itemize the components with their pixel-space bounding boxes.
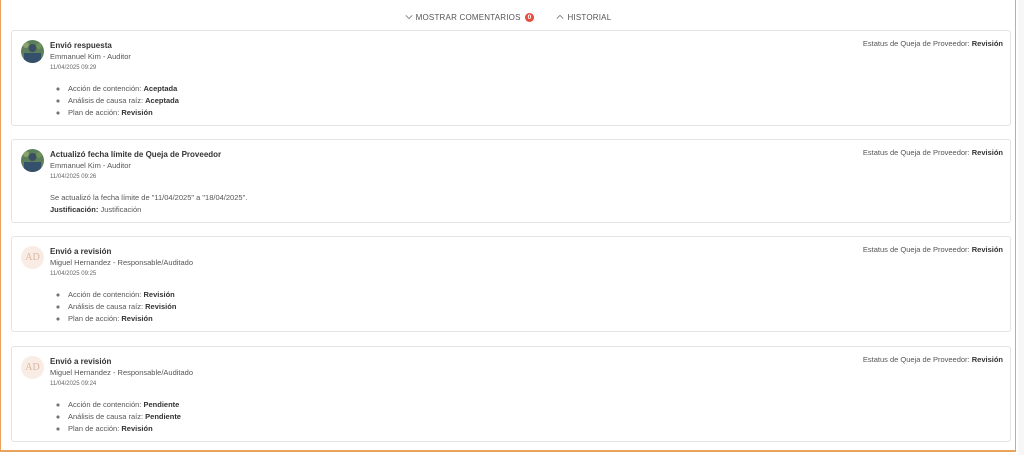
show-comments-label: MOSTRAR COMENTARIOS xyxy=(415,12,521,22)
avatar xyxy=(21,149,44,172)
entry-title: Actualizó fecha límite de Queja de Prove… xyxy=(50,150,222,159)
entry-status: Estatus de Queja de Proveedor: Revisión xyxy=(863,355,1003,364)
status-value: Revisión xyxy=(971,245,1003,254)
status-value: Revisión xyxy=(971,355,1003,364)
history-entry: AD Envió a revisión Miguel Hernandez - R… xyxy=(11,236,1011,332)
entry-user: Miguel Hernandez - Responsable/Auditado xyxy=(50,368,194,377)
entry-title: Envió a revisión xyxy=(50,247,112,256)
comments-count-badge: 0 xyxy=(524,12,535,22)
entry-description: Se actualizó la fecha límite de "11/04/2… xyxy=(50,192,247,216)
list-item: Acción de contención: Revisión xyxy=(68,289,176,301)
user-photo-icon xyxy=(21,40,44,63)
entry-timestamp: 11/04/2025 09:29 xyxy=(50,65,97,71)
list-item: Análisis de causa raíz: Revisión xyxy=(68,301,176,313)
entry-timestamp: 11/04/2025 09:25 xyxy=(50,271,97,277)
list-item: Plan de acción: Revisión xyxy=(68,313,176,325)
status-label: Estatus de Queja de Proveedor: xyxy=(862,148,970,157)
entry-title: Envió a revisión xyxy=(50,357,112,366)
entry-user: Emmanuel Kim - Auditor xyxy=(50,52,131,61)
entry-status: Estatus de Queja de Proveedor: Revisión xyxy=(863,148,1003,157)
entry-timestamp: 11/04/2025 09:26 xyxy=(50,174,97,180)
avatar xyxy=(21,40,44,63)
history-button[interactable]: HISTORIAL xyxy=(556,13,611,22)
entry-items: Acción de contención: Revisión Análisis … xyxy=(58,289,176,325)
chevron-up-icon xyxy=(556,14,564,19)
entry-title: Envió respuesta xyxy=(50,41,112,50)
history-label: HISTORIAL xyxy=(567,12,612,22)
scrollbar-track[interactable] xyxy=(1018,0,1024,455)
list-item: Plan de acción: Revisión xyxy=(68,423,181,435)
status-label: Estatus de Queja de Proveedor: xyxy=(862,245,970,254)
list-item: Acción de contención: Aceptada xyxy=(68,83,179,95)
history-toolbar: MOSTRAR COMENTARIOS 0 HISTORIAL xyxy=(0,9,1016,25)
list-item: Análisis de causa raíz: Pendiente xyxy=(68,411,181,423)
status-value: Revisión xyxy=(971,39,1003,48)
entry-status: Estatus de Queja de Proveedor: Revisión xyxy=(863,245,1003,254)
entry-status: Estatus de Queja de Proveedor: Revisión xyxy=(863,39,1003,48)
status-value: Revisión xyxy=(971,148,1003,157)
entry-user: Emmanuel Kim - Auditor xyxy=(50,161,131,170)
deadline-change-text: Se actualizó la fecha límite de "11/04/2… xyxy=(50,193,248,202)
avatar: AD xyxy=(21,246,44,269)
chevron-down-icon xyxy=(405,15,413,20)
history-entry: AD Envió a revisión Miguel Hernandez - R… xyxy=(11,346,1011,442)
list-item: Análisis de causa raíz: Aceptada xyxy=(68,95,179,107)
justification: Justificación: Justificación xyxy=(50,205,142,214)
avatar: AD xyxy=(21,356,44,379)
list-item: Acción de contención: Pendiente xyxy=(68,399,181,411)
entry-items: Acción de contención: Pendiente Análisis… xyxy=(58,399,181,435)
history-entry: Envió respuesta Emmanuel Kim - Auditor 1… xyxy=(11,30,1011,126)
status-label: Estatus de Queja de Proveedor: xyxy=(862,39,970,48)
user-photo-icon xyxy=(21,149,44,172)
history-entry: Actualizó fecha límite de Queja de Prove… xyxy=(11,139,1011,223)
entry-timestamp: 11/04/2025 09:24 xyxy=(50,381,97,387)
status-label: Estatus de Queja de Proveedor: xyxy=(862,355,970,364)
entry-user: Miguel Hernandez - Responsable/Auditado xyxy=(50,258,194,267)
entry-items: Acción de contención: Aceptada Análisis … xyxy=(58,83,179,119)
list-item: Plan de acción: Revisión xyxy=(68,107,179,119)
show-comments-button[interactable]: MOSTRAR COMENTARIOS 0 xyxy=(405,12,535,22)
